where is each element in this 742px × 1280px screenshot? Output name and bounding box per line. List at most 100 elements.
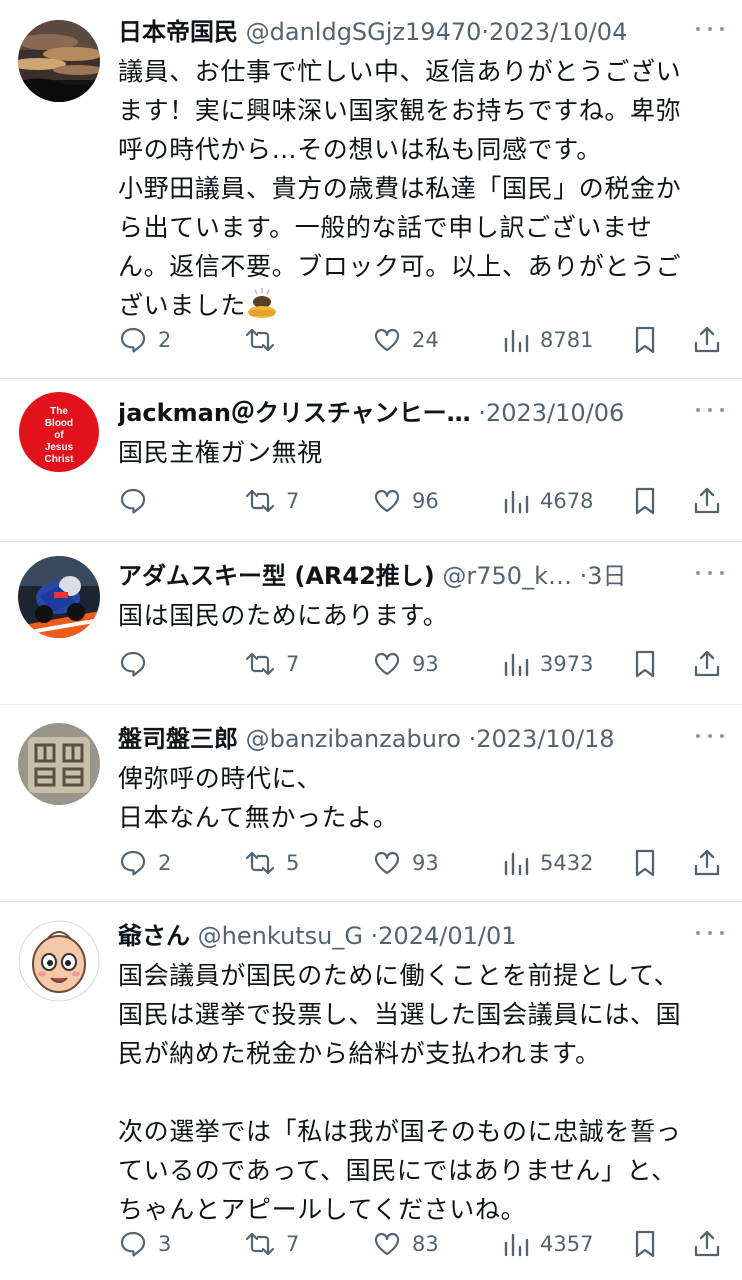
bookmark-button[interactable] [632,1222,658,1266]
reply-button[interactable] [118,642,158,686]
views-button[interactable]: 4357 [502,1222,593,1266]
retweet-icon [245,851,275,875]
user-handle[interactable]: @danldgSGjz19470 [246,18,482,46]
retweet-button[interactable] [244,318,286,362]
views-chart-icon [504,1233,529,1257]
reply-button[interactable]: 2 [118,318,171,362]
separator-dot: · [571,562,588,590]
like-button[interactable]: 93 [372,642,439,686]
reply-button[interactable] [118,479,158,523]
reply-button[interactable]: 3 [118,1222,171,1266]
tweet-text: 議員、お仕事で忙しい中、返信ありがとうござい ます！実に興味深い国家観をお持ちで… [118,52,718,329]
view-count: 3973 [540,652,594,676]
views-chart-icon [504,852,529,876]
display-name[interactable]: jackman＠クリスチャンヒー… [118,399,471,427]
retweet-button[interactable]: 5 [244,841,299,885]
display-name[interactable]: 盤司盤三郎 [118,725,238,753]
view-count: 4678 [540,489,594,513]
bookmark-button[interactable] [632,479,658,523]
reply-icon [120,651,146,677]
reply-icon [120,1231,146,1257]
separator-dot: · [481,18,490,46]
stone-seal-avatar-image [18,723,100,805]
tweet-3[interactable]: アダムスキー型 (AR42推し) @r750_k… ·3日 国は国民のためにあり… [0,542,742,704]
tweet-4[interactable]: 盤司盤三郎 @banzibanzaburo ·2023/10/18 俾弥呼の時代… [0,705,742,901]
user-handle[interactable]: @henkutsu_G [198,922,363,950]
tweet-actions: 3 7 83 4357 [0,1222,742,1266]
tweet-header: jackman＠クリスチャンヒー… ·2023/10/06 [118,393,692,433]
avatar-text-line: Jesus [45,442,74,453]
reply-button[interactable]: 2 [118,841,171,885]
tweet-date[interactable]: 2023/10/04 [489,18,627,46]
display-name[interactable]: 日本帝国民 [118,18,238,46]
views-chart-icon [504,490,529,514]
retweet-icon [245,489,275,513]
avatar[interactable] [18,723,100,805]
more-options-icon[interactable] [696,721,724,751]
share-button[interactable] [692,318,722,362]
tweet-header: 盤司盤三郎 @banzibanzaburo ·2023/10/18 [118,719,692,759]
avatar[interactable]: The Blood of Jesus Christ [18,391,100,473]
share-button[interactable] [692,642,722,686]
retweet-button[interactable]: 7 [244,1222,299,1266]
more-options-icon[interactable] [696,395,724,425]
retweet-count: 7 [286,489,300,513]
retweet-button[interactable]: 7 [244,479,299,523]
more-options-icon[interactable] [696,918,724,948]
tweet-1[interactable]: 日本帝国民 @danldgSGjz19470·2023/10/04 議員、お仕事… [0,0,742,378]
motorcycle-avatar-image [18,556,100,638]
views-button[interactable]: 8781 [502,318,593,362]
views-chart-icon [504,329,529,353]
reply-icon [120,488,146,514]
bookmark-button[interactable] [632,318,658,362]
share-button[interactable] [692,1222,722,1266]
like-button[interactable]: 93 [372,841,439,885]
retweet-count: 7 [286,652,300,676]
heart-icon [374,851,400,875]
bookmark-button[interactable] [632,841,658,885]
bookmark-button[interactable] [632,642,658,686]
tweet-text: 俾弥呼の時代に、 日本なんて無かったよ。 [118,764,399,832]
separator-dot: · [470,399,486,427]
share-icon [694,1230,720,1257]
heart-icon [374,489,400,513]
like-button[interactable]: 83 [372,1222,439,1266]
tweet-date[interactable]: 2023/10/18 [476,725,614,753]
like-button[interactable]: 24 [372,318,439,362]
bookmark-icon [635,650,655,678]
views-button[interactable]: 5432 [502,841,593,885]
tweet-5[interactable]: 爺さん @henkutsu_G ·2024/01/01 国会議員が国民のために働… [0,902,742,1280]
reply-count: 2 [158,851,172,875]
retweet-count: 5 [286,851,300,875]
separator-dot: · [362,922,379,950]
user-handle[interactable]: @r750_k… [442,562,572,590]
view-count: 4357 [540,1232,594,1256]
like-count: 93 [412,652,439,676]
tweet-date[interactable]: 2023/10/06 [486,399,624,427]
tweet-header: アダムスキー型 (AR42推し) @r750_k… ·3日 [118,556,692,596]
bookmark-icon [635,326,655,354]
user-handle[interactable]: @banzibanzaburo [246,725,461,753]
display-name[interactable]: アダムスキー型 (AR42推し) [118,562,435,590]
views-button[interactable]: 3973 [502,642,593,686]
reply-icon [120,327,146,353]
more-options-icon[interactable] [696,14,724,44]
tweet-date[interactable]: 2024/01/01 [378,922,516,950]
like-button[interactable]: 96 [372,479,439,523]
view-count: 8781 [540,328,594,352]
avatar[interactable] [18,556,100,638]
avatar[interactable] [18,20,100,102]
tweet-date[interactable]: 3日 [587,562,626,590]
reply-icon [120,850,146,876]
tweet-2[interactable]: The Blood of Jesus Christ jackman＠クリスチャン… [0,379,742,541]
more-options-icon[interactable] [696,558,724,588]
share-button[interactable] [692,841,722,885]
views-button[interactable]: 4678 [502,479,593,523]
display-name[interactable]: 爺さん [118,922,190,950]
avatar[interactable] [18,920,100,1002]
share-icon [694,650,720,677]
share-button[interactable] [692,479,722,523]
retweet-icon [245,328,275,352]
retweet-button[interactable]: 7 [244,642,299,686]
sunset-avatar-image [18,20,100,102]
